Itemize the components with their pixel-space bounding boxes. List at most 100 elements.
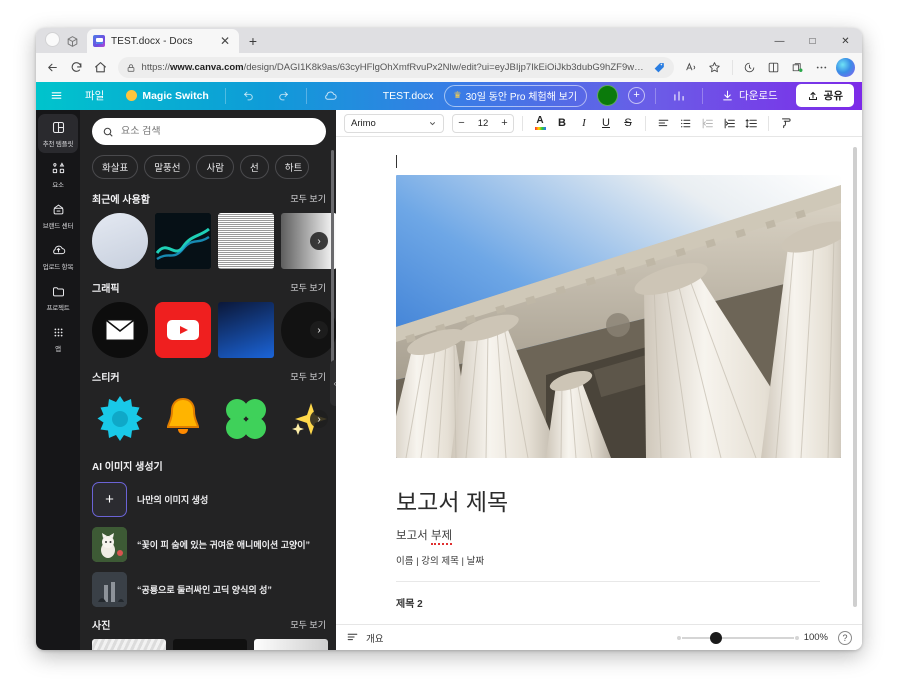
share-button[interactable]: 공유 [795, 84, 854, 108]
magic-switch-button[interactable]: Magic Switch [120, 87, 215, 105]
collections-icon[interactable] [786, 56, 808, 80]
history-icon[interactable] [739, 56, 761, 80]
strikethrough-button[interactable]: S [619, 114, 637, 133]
undo-button[interactable] [236, 86, 261, 105]
tab-groups-icon[interactable] [66, 35, 79, 48]
bullet-list-icon[interactable] [676, 114, 694, 133]
line-spacing-icon[interactable] [742, 114, 760, 133]
more-options-icon[interactable] [810, 56, 832, 80]
browser-tab[interactable]: TEST.docx - Docs ✕ [87, 29, 239, 54]
graphic-youtube[interactable] [155, 302, 211, 359]
font-size-decrease[interactable]: − [453, 117, 470, 129]
document-title[interactable]: 보고서 제목 [396, 483, 820, 517]
maximize-button[interactable]: □ [796, 28, 829, 55]
chip-people[interactable]: 사람 [196, 155, 234, 180]
see-all-graphics[interactable]: 모두 보기 [290, 281, 326, 294]
split-screen-icon[interactable] [763, 56, 785, 80]
recent-next-arrow[interactable]: › [310, 232, 328, 251]
bold-button[interactable]: B [553, 114, 571, 133]
panel-collapse-handle[interactable]: ‹ [330, 360, 336, 407]
site-info-icon[interactable] [126, 63, 136, 73]
graphics-next-arrow[interactable]: › [310, 321, 328, 340]
font-size-stepper[interactable]: − 12 + [452, 113, 514, 133]
copilot-icon[interactable] [834, 56, 856, 80]
address-bar[interactable]: https://www.canva.com/design/DAGI1K8k9as… [117, 57, 675, 79]
ai-create-row[interactable]: + 나만의 이미지 생성 [92, 482, 326, 518]
help-icon[interactable]: ? [838, 630, 852, 645]
photo-thumb-3[interactable] [254, 639, 328, 650]
document-scrollbar[interactable] [853, 147, 857, 608]
rail-item-apps[interactable]: 앱 [38, 319, 78, 358]
format-painter-icon[interactable] [777, 114, 795, 133]
indent-icon[interactable] [720, 114, 738, 133]
minimize-button[interactable]: — [763, 28, 796, 55]
document-canvas[interactable]: 보고서 제목 보고서 부제 이름 | 강의 제목 | 날짜 제목 2 [336, 137, 862, 624]
redo-button[interactable] [271, 86, 296, 105]
sticker-clover[interactable] [218, 391, 274, 447]
zoom-slider[interactable] [676, 631, 799, 644]
stickers-next-arrow[interactable]: › [310, 410, 328, 429]
document-meta-line[interactable]: 이름 | 강의 제목 | 날짜 [396, 553, 820, 567]
graphic-envelope[interactable] [92, 302, 148, 359]
ai-prompt-thumb-cat[interactable] [92, 527, 127, 563]
italic-button[interactable]: I [575, 114, 593, 133]
recent-thumb-neon[interactable] [155, 213, 211, 270]
elements-search-box[interactable] [92, 118, 326, 146]
rail-item-templates[interactable]: 추천 템플릿 [38, 114, 78, 154]
outline-icon[interactable] [346, 631, 359, 644]
font-size-increase[interactable]: + [496, 117, 513, 129]
chip-speech-bubble[interactable]: 말풍선 [144, 155, 191, 180]
favorite-star-icon[interactable] [704, 56, 726, 80]
file-menu-button[interactable]: 파일 [79, 85, 110, 106]
recent-thumb-lines[interactable] [218, 213, 274, 270]
user-avatar[interactable] [597, 85, 619, 107]
chip-arrow[interactable]: 화살표 [92, 155, 139, 180]
document-subtitle[interactable]: 보고서 부제 [396, 527, 820, 546]
rail-item-brand-center[interactable]: 브랜드 센터 [38, 196, 78, 235]
document-hero-image[interactable] [396, 175, 841, 459]
sticker-bell[interactable] [155, 391, 211, 447]
see-all-recent[interactable]: 모두 보기 [290, 192, 326, 205]
outdent-icon[interactable] [698, 114, 716, 133]
insights-button[interactable] [666, 86, 692, 106]
rail-item-elements[interactable]: 요소 [38, 155, 78, 194]
document-heading-2[interactable]: 제목 2 [396, 595, 820, 610]
new-tab-button[interactable]: + [245, 33, 261, 49]
font-size-value[interactable]: 12 [470, 118, 496, 129]
photo-thumb-1[interactable] [92, 639, 166, 650]
add-collaborator-button[interactable]: + [628, 87, 646, 105]
text-color-button[interactable]: A [531, 114, 549, 133]
tab-close-button[interactable]: ✕ [217, 33, 233, 49]
see-all-photos[interactable]: 모두 보기 [290, 618, 326, 631]
hamburger-menu-button[interactable] [44, 86, 69, 105]
graphic-gradient[interactable] [218, 302, 274, 359]
price-tag-icon[interactable] [653, 61, 666, 74]
ai-prompt-row-2[interactable]: “공룡으로 둘러싸인 고딕 양식의 성” [92, 572, 326, 608]
recent-thumb-circle[interactable] [92, 213, 148, 270]
zoom-slider-knob[interactable] [709, 631, 722, 644]
align-left-icon[interactable] [654, 114, 672, 133]
outline-label[interactable]: 개요 [366, 631, 383, 645]
back-button[interactable] [42, 56, 64, 80]
see-all-stickers[interactable]: 모두 보기 [290, 370, 326, 383]
panel-scrollbar[interactable] [331, 150, 334, 366]
font-family-select[interactable]: Arimo [344, 113, 444, 133]
ai-prompt-thumb-castle[interactable] [92, 572, 127, 608]
document-name[interactable]: TEST.docx [383, 90, 434, 102]
reload-button[interactable] [66, 56, 88, 80]
cloud-saved-icon[interactable] [317, 85, 344, 106]
pro-trial-button[interactable]: ♛ 30일 동안 Pro 체험해 보기 [443, 84, 588, 107]
rail-item-projects[interactable]: 프로젝트 [38, 278, 78, 317]
rail-item-uploads[interactable]: 업로드 항목 [38, 237, 78, 276]
ai-prompt-row-1[interactable]: “꽃이 피 숨에 있는 귀여운 애니메이션 고양이” [92, 527, 326, 563]
download-button[interactable]: 다운로드 [713, 85, 786, 106]
chip-line[interactable]: 선 [239, 155, 269, 180]
chip-heart[interactable]: 하트 [274, 155, 309, 180]
home-button[interactable] [90, 56, 112, 80]
ai-create-icon[interactable]: + [92, 482, 127, 518]
profile-avatar-button[interactable] [45, 32, 60, 48]
read-aloud-icon[interactable] [680, 56, 702, 80]
elements-search-input[interactable] [121, 126, 316, 138]
document-page[interactable]: 보고서 제목 보고서 부제 이름 | 강의 제목 | 날짜 제목 2 [336, 137, 862, 610]
close-button[interactable]: ✕ [829, 28, 862, 55]
